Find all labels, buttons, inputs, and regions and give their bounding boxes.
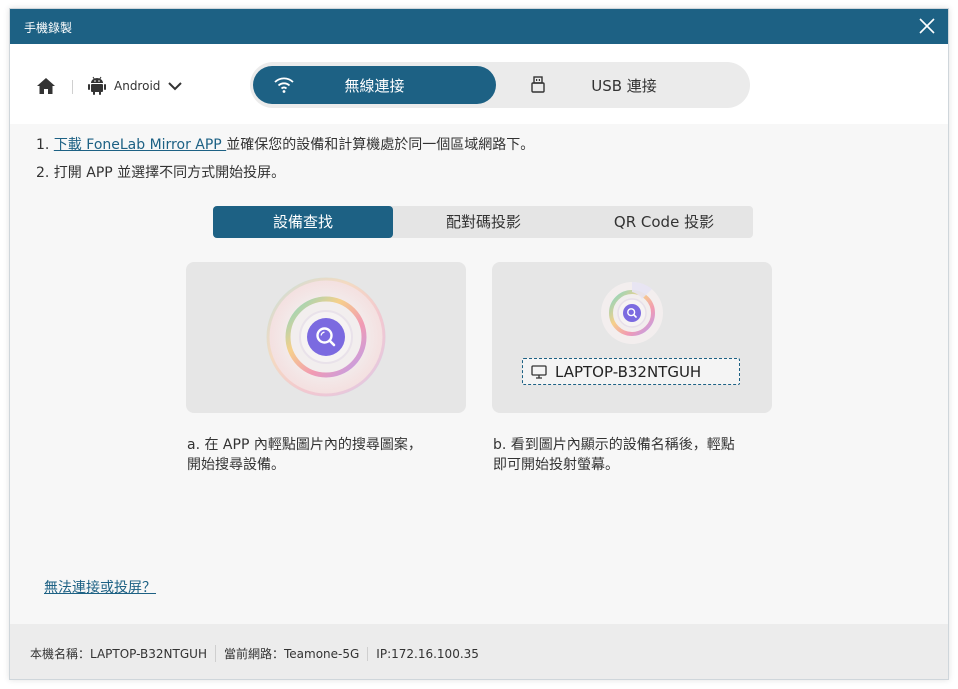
- connection-help-link[interactable]: 無法連接或投屏？: [44, 577, 156, 597]
- status-ip: IP:172.16.100.35: [367, 646, 487, 661]
- search-icon[interactable]: [313, 324, 339, 350]
- tab-wireless[interactable]: 無線連接: [253, 66, 496, 104]
- caption-device: b. 看到圖片內顯示的設備名稱後，輕點 即可開始投射螢幕。: [493, 435, 783, 475]
- tab-usb-label: USB 連接: [591, 76, 657, 95]
- device-os-label: Android: [114, 79, 161, 93]
- scanning-illustration: [601, 281, 663, 344]
- tab-qr-code[interactable]: QR Code 投影: [575, 206, 753, 238]
- android-icon: [88, 76, 106, 95]
- mirror-mode-tabs: 設備查找 配對碼投影 QR Code 投影: [213, 206, 753, 238]
- tab-usb[interactable]: USB 連接: [502, 66, 746, 104]
- connection-toggle: 無線連接 USB 連接: [250, 62, 750, 108]
- window-title: 手機錄製: [24, 21, 73, 35]
- instructions: 1. 下載 FoneLab Mirror APP 並確保您的設備和計算機處於同一…: [36, 135, 534, 191]
- search-illustration-card: [186, 262, 466, 413]
- instruction-step-2: 2. 打開 APP 並選擇不同方式開始投屏。: [36, 165, 286, 181]
- caption-search-line-2: 開始搜尋設備。: [187, 457, 285, 473]
- title-bar: 手機錄製: [10, 9, 948, 44]
- caption-device-line-2: 即可開始投射螢幕。: [493, 457, 619, 473]
- status-host: 本機名稱：LAPTOP-B32NTGUH: [30, 647, 207, 661]
- discovered-device-name: LAPTOP-B32NTGUH: [555, 362, 702, 381]
- chevron-down-icon: [168, 82, 183, 91]
- app-window: 手機錄製 Android 無線連接 USB 連接 1. 下載 FoneLab M…: [9, 8, 949, 680]
- tab-device-search[interactable]: 設備查找: [213, 206, 393, 238]
- discovered-device[interactable]: LAPTOP-B32NTGUH: [522, 358, 740, 385]
- instruction-step-1: 1. 下載 FoneLab Mirror APP 並確保您的設備和計算機處於同一…: [36, 135, 534, 163]
- device-name-card: LAPTOP-B32NTGUH: [492, 262, 772, 413]
- tab-pin-code[interactable]: 配對碼投影: [396, 206, 571, 238]
- toolbar-divider: [72, 80, 73, 94]
- status-network: 當前網路：Teamone-5G: [214, 645, 367, 662]
- tab-wireless-label: 無線連接: [344, 76, 405, 95]
- close-icon[interactable]: [916, 15, 938, 37]
- monitor-icon: [531, 364, 547, 379]
- step-1-number: 1.: [36, 137, 50, 153]
- download-app-link[interactable]: 下載 FoneLab Mirror APP: [54, 137, 226, 153]
- caption-device-line-1: b. 看到圖片內顯示的設備名稱後，輕點: [493, 437, 735, 453]
- status-bar: 本機名稱：LAPTOP-B32NTGUH 當前網路：Teamone-5G IP:…: [10, 624, 948, 679]
- device-os-dropdown[interactable]: Android: [88, 74, 183, 98]
- step-1-text: 並確保您的設備和計算機處於同一個區域網路下。: [226, 137, 535, 153]
- home-icon[interactable]: [36, 76, 56, 96]
- caption-search-line-1: a. 在 APP 內輕點圖片內的搜尋圖案，: [187, 437, 422, 453]
- caption-search: a. 在 APP 內輕點圖片內的搜尋圖案， 開始搜尋設備。: [187, 435, 477, 475]
- top-toolbar: Android 無線連接 USB 連接: [10, 44, 948, 124]
